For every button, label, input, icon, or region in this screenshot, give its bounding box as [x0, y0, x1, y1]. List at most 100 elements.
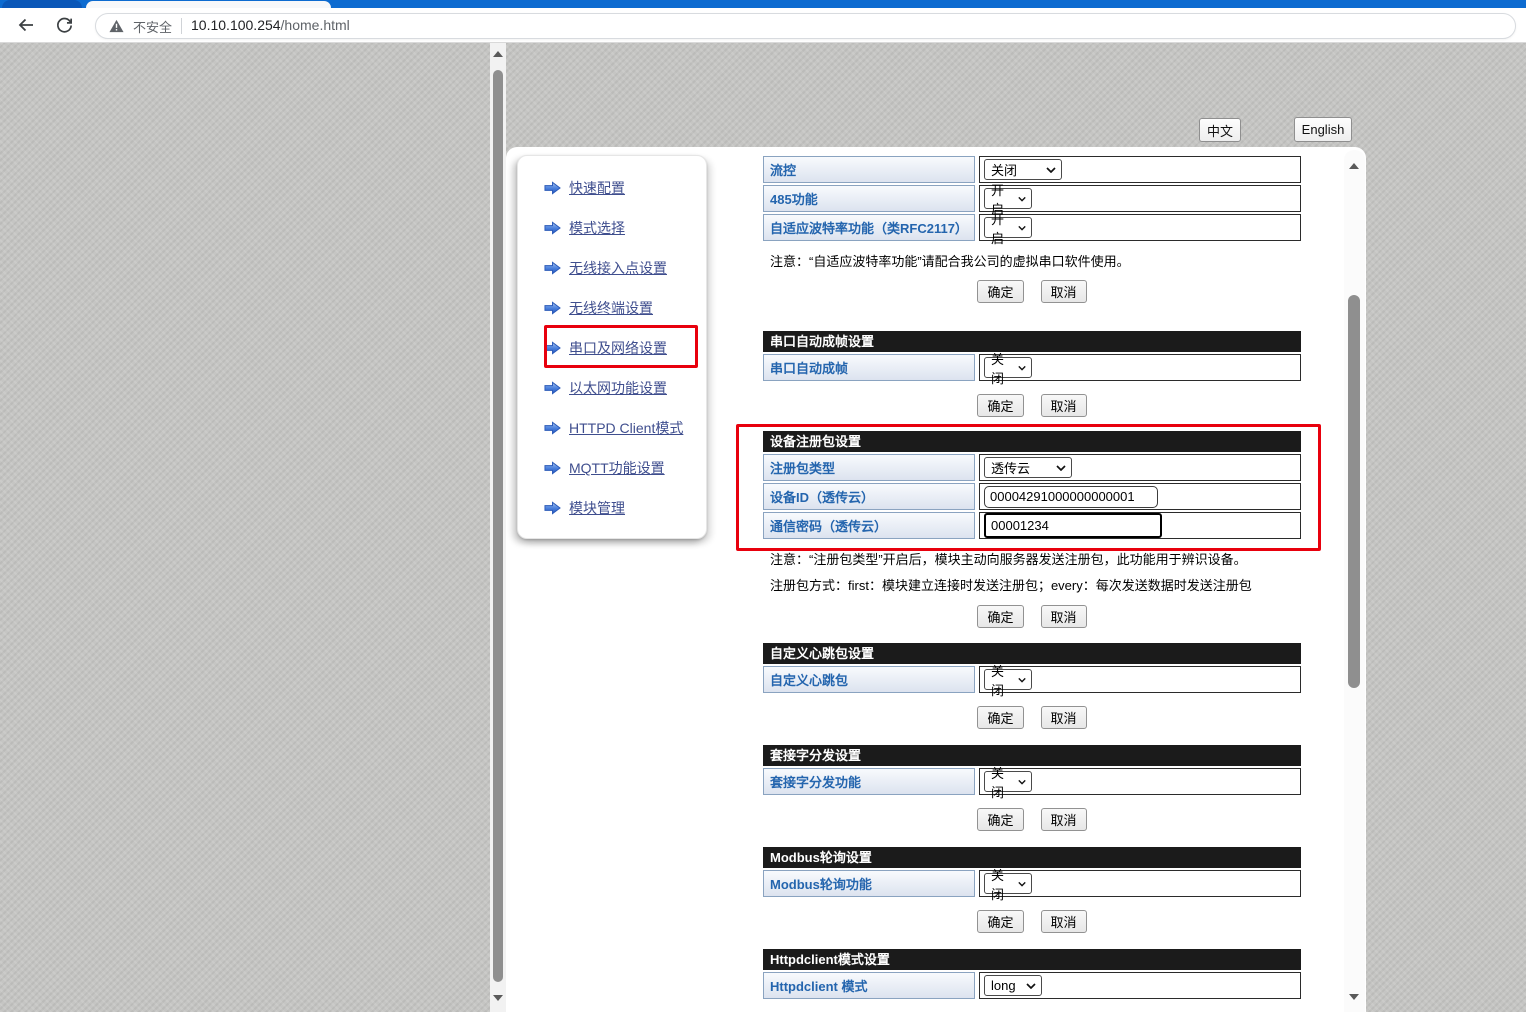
chevron-down-icon: [1056, 465, 1066, 471]
serial-settings-table: 流控 关闭 485功能 开启 自适应波特率功能（类RFC2117） 开启: [763, 156, 1301, 241]
sidebar-item-wireless-sta[interactable]: 无线终端设置: [544, 288, 706, 328]
scroll-up-arrow-icon[interactable]: [493, 51, 503, 57]
blue-arrow-icon: [544, 181, 561, 195]
modbus-polling-select[interactable]: 关闭: [984, 873, 1032, 894]
socket-distribution-section: 套接字分发设置 套接字分发功能 关闭: [763, 745, 1301, 795]
row-label: Httpdclient 模式: [763, 972, 975, 999]
heartbeat-select[interactable]: 关闭: [984, 669, 1032, 690]
select-value: 关闭: [991, 763, 1012, 801]
modbus-section: Modbus轮询设置 Modbus轮询功能 关闭: [763, 847, 1301, 897]
sidebar-item-module-manage[interactable]: 模块管理: [544, 488, 706, 528]
ok-button[interactable]: 确定: [977, 808, 1023, 831]
row-label: 流控: [763, 156, 975, 183]
browser-active-tab[interactable]: [86, 1, 331, 8]
sidebar-item-wireless-ap[interactable]: 无线接入点设置: [544, 248, 706, 288]
sidebar-item-mode-select[interactable]: 模式选择: [544, 208, 706, 248]
cancel-button[interactable]: 取消: [1041, 910, 1087, 933]
httpdclient-mode-select[interactable]: long: [984, 975, 1042, 996]
section-title: Httpdclient模式设置: [763, 949, 1301, 970]
select-value: long: [991, 978, 1016, 993]
browser-tab[interactable]: [2, 0, 82, 8]
flow-control-select[interactable]: 关闭: [984, 159, 1062, 180]
settings-content: 流控 关闭 485功能 开启 自适应波特率功能（类RFC2117） 开启: [763, 156, 1301, 1001]
ok-button[interactable]: 确定: [977, 280, 1023, 303]
ok-button[interactable]: 确定: [977, 910, 1023, 933]
sidebar-item-label: 无线终端设置: [569, 298, 653, 318]
sidebar-item-label: 快速配置: [569, 178, 625, 198]
sidebar-item-label: 以太网功能设置: [569, 378, 667, 398]
back-button[interactable]: [12, 11, 40, 39]
auto-framing-select[interactable]: 关闭: [984, 357, 1032, 378]
scroll-down-arrow-icon[interactable]: [493, 995, 503, 1001]
blue-arrow-icon: [544, 221, 561, 235]
socket-distribution-select[interactable]: 关闭: [984, 771, 1032, 792]
heartbeat-section: 自定义心跳包设置 自定义心跳包 关闭: [763, 643, 1301, 693]
left-scrollbar-thumb[interactable]: [493, 70, 503, 982]
chinese-language-button[interactable]: 中文: [1199, 118, 1241, 142]
section-title: 套接字分发设置: [763, 745, 1301, 766]
content-scrollbar[interactable]: [1344, 150, 1365, 1012]
sidebar-item-serial-network[interactable]: 串口及网络设置: [544, 328, 706, 368]
scroll-down-arrow-icon[interactable]: [1349, 994, 1359, 1000]
row-label: 设备ID（透传云）: [763, 483, 975, 510]
ok-button[interactable]: 确定: [977, 605, 1023, 628]
sidebar-item-label: 无线接入点设置: [569, 258, 667, 278]
register-type-select[interactable]: 透传云: [984, 457, 1072, 478]
table-row: Modbus轮询功能 关闭: [763, 870, 1301, 897]
httpdclient-section: Httpdclient模式设置 Httpdclient 模式 long: [763, 949, 1301, 999]
chevron-down-icon: [1018, 196, 1026, 202]
sidebar-item-label: 模块管理: [569, 498, 625, 518]
english-language-button[interactable]: English: [1294, 117, 1352, 142]
select-value: 关闭: [991, 160, 1017, 179]
cancel-button[interactable]: 取消: [1041, 394, 1087, 417]
blue-arrow-icon: [544, 381, 561, 395]
browser-tab-strip: [0, 0, 1526, 8]
blue-arrow-icon: [544, 261, 561, 275]
note-adaptive-baudrate: 注意：“自适应波特率功能”请配合我公司的虚拟串口软件使用。: [763, 254, 1301, 270]
security-status-label: 不安全: [133, 17, 172, 36]
button-row: 确定 取消: [763, 910, 1301, 933]
section-title: 自定义心跳包设置: [763, 643, 1301, 664]
section-title: 设备注册包设置: [763, 431, 1301, 452]
sidebar-item-label: 模式选择: [569, 218, 625, 238]
blue-arrow-icon: [544, 501, 561, 515]
address-bar[interactable]: 不安全 10.10.100.254/home.html: [95, 13, 1516, 39]
comm-password-input[interactable]: [984, 513, 1162, 538]
device-id-input[interactable]: [984, 486, 1158, 508]
row-label: 通信密码（透传云）: [763, 512, 975, 539]
content-scrollbar-thumb[interactable]: [1348, 295, 1360, 688]
chevron-down-icon: [1018, 881, 1026, 887]
ok-button[interactable]: 确定: [977, 394, 1023, 417]
table-row: 串口自动成帧 关闭: [763, 354, 1301, 381]
note-register-mode: 注册包方式：first：模块建立连接时发送注册包；every：每次发送数据时发送…: [763, 578, 1301, 594]
row-label: 自适应波特率功能（类RFC2117）: [763, 214, 975, 241]
sidebar-item-quick-config[interactable]: 快速配置: [544, 168, 706, 208]
button-row: 确定 取消: [763, 706, 1301, 729]
select-value: 关闭: [991, 865, 1012, 903]
note-register-type: 注意：“注册包类型”开启后，模块主动向服务器发送注册包，此功能用于辨识设备。: [763, 552, 1301, 568]
reload-button[interactable]: [50, 11, 78, 39]
adaptive-baudrate-select[interactable]: 开启: [984, 217, 1032, 238]
cancel-button[interactable]: 取消: [1041, 280, 1087, 303]
chevron-down-icon: [1026, 983, 1036, 989]
cancel-button[interactable]: 取消: [1041, 706, 1087, 729]
sidebar-item-mqtt[interactable]: MQTT功能设置: [544, 448, 706, 488]
sidebar-item-ethernet[interactable]: 以太网功能设置: [544, 368, 706, 408]
blue-arrow-icon: [544, 421, 561, 435]
table-row: 注册包类型 透传云: [763, 454, 1301, 481]
sidebar-item-httpd-client[interactable]: HTTPD Client模式: [544, 408, 706, 448]
sidebar-item-label: MQTT功能设置: [569, 458, 665, 478]
left-scrollbar[interactable]: [490, 43, 506, 1012]
ok-button[interactable]: 确定: [977, 706, 1023, 729]
address-divider: [181, 18, 182, 34]
scroll-up-arrow-icon[interactable]: [1349, 163, 1359, 169]
browser-toolbar: 不安全 10.10.100.254/home.html: [0, 8, 1526, 43]
select-value: 关闭: [991, 661, 1012, 699]
row-label: Modbus轮询功能: [763, 870, 975, 897]
table-row: 自适应波特率功能（类RFC2117） 开启: [763, 214, 1301, 241]
rs485-select[interactable]: 开启: [984, 188, 1032, 209]
cancel-button[interactable]: 取消: [1041, 605, 1087, 628]
auto-framing-section: 串口自动成帧设置 串口自动成帧 关闭: [763, 331, 1301, 381]
chevron-down-icon: [1046, 167, 1056, 173]
cancel-button[interactable]: 取消: [1041, 808, 1087, 831]
